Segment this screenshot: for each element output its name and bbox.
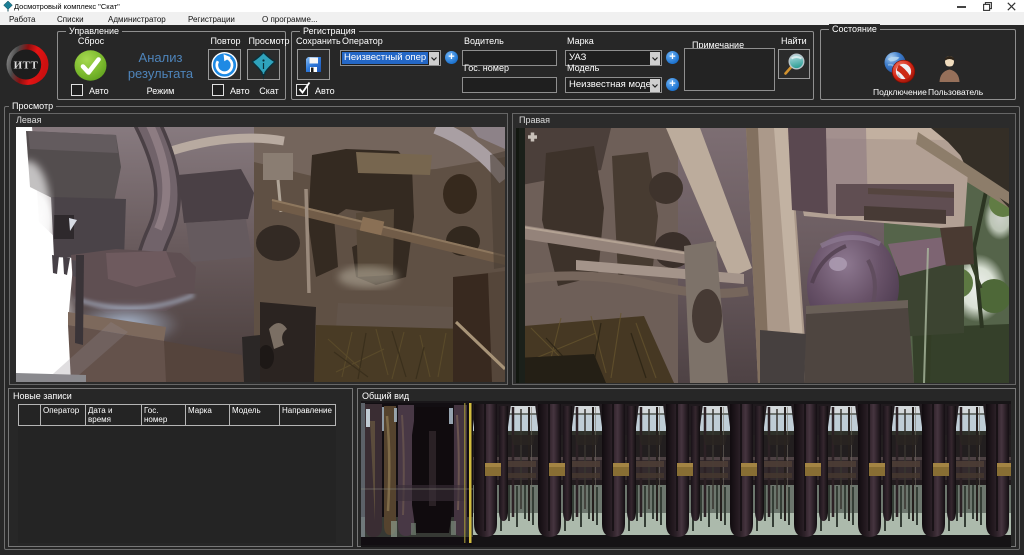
svg-text:ИТТ: ИТТ [14,60,39,72]
